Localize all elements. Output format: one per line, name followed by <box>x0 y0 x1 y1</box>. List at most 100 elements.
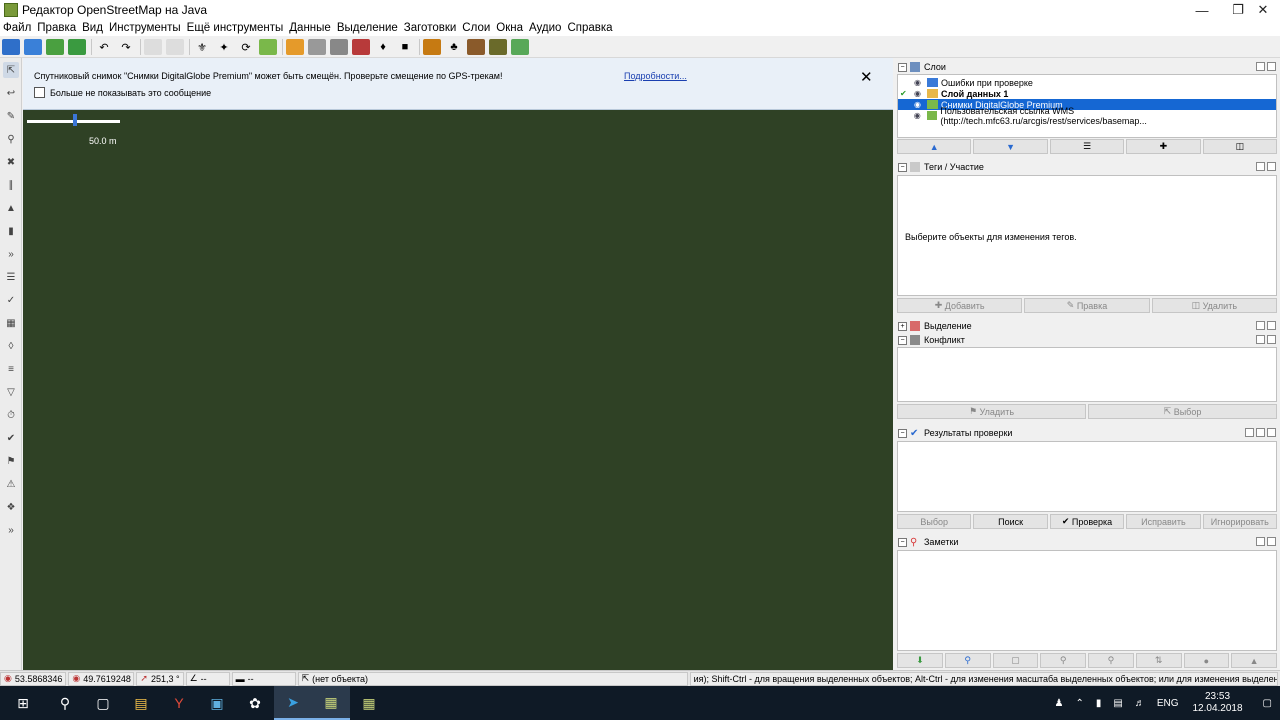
validation-select-button[interactable]: Выбор <box>897 514 972 529</box>
notes-panel-header[interactable]: − ⚲ Заметки <box>894 535 1280 549</box>
panel-close-icon[interactable] <box>1267 62 1276 71</box>
select-conflict-button[interactable]: ⇱ Выбор <box>1088 404 1277 419</box>
windows-start-icon[interactable]: ⊞ <box>0 686 46 720</box>
move-down-icon[interactable]: ▼ <box>973 139 1048 154</box>
note-status-icon[interactable]: ● <box>1183 653 1230 668</box>
panel-close-icon[interactable] <box>1267 162 1276 171</box>
layer-row-wms[interactable]: ◉ Пользовательская ссылка WMS (http://te… <box>898 106 1276 126</box>
upload-icon[interactable] <box>68 39 86 55</box>
layer-row-data[interactable]: ✔ ◉ Слой данных 1 <box>898 88 1276 99</box>
visibility-eye-icon[interactable]: ◉ <box>914 100 924 109</box>
panel-close-icon[interactable] <box>1267 335 1276 344</box>
preferences-icon[interactable] <box>144 39 162 55</box>
josm-second-window-icon[interactable]: ▦ <box>350 686 388 720</box>
resolve-conflict-button[interactable]: ⚑ Уладить <box>897 404 1086 419</box>
validation-validate-button[interactable]: ✔ Проверка <box>1049 514 1125 529</box>
move-up-icon[interactable]: ▲ <box>897 139 972 154</box>
menu-presets[interactable]: Заготовки <box>404 22 457 34</box>
merge-layer-icon[interactable]: ✚ <box>1126 139 1201 154</box>
bus-icon[interactable]: ■ <box>396 39 414 55</box>
tags-panel-header[interactable]: − Теги / Участие <box>894 160 1280 174</box>
notice-close-button[interactable]: ✕ <box>860 68 873 86</box>
network-icon[interactable]: ▤ <box>1113 698 1122 709</box>
more-modes-icon[interactable]: » <box>3 246 19 262</box>
input-language[interactable]: ENG <box>1157 698 1179 709</box>
toggle-tags-icon[interactable]: ✓ <box>3 292 19 308</box>
draw-mode-icon[interactable]: ✎ <box>3 108 19 124</box>
save-icon[interactable] <box>24 39 42 55</box>
new-note-icon[interactable]: ⚲ <box>944 653 991 668</box>
task-view-icon[interactable]: ▢ <box>84 686 122 720</box>
crossing-icon[interactable] <box>308 39 326 55</box>
notepad-icon[interactable]: ▣ <box>198 686 236 720</box>
redo-icon[interactable]: ↷ <box>117 39 135 55</box>
undo-icon[interactable]: ↶ <box>95 39 113 55</box>
collapse-toggle-icon[interactable]: − <box>898 162 907 172</box>
street-lamp-icon[interactable] <box>330 39 348 55</box>
scale-bar-handle[interactable] <box>73 114 77 126</box>
menu-help[interactable]: Справка <box>567 22 612 34</box>
select-mode-icon[interactable]: ⇱ <box>3 62 19 78</box>
close-note-icon[interactable]: ⚲ <box>1040 653 1086 668</box>
menu-windows[interactable]: Окна <box>496 22 523 34</box>
toggle-notes-icon[interactable]: ⚑ <box>3 453 19 469</box>
toggle-mapillary-icon[interactable]: ❖ <box>3 499 19 515</box>
add-tag-button[interactable]: ✚ Добавить <box>897 298 1023 313</box>
extrude-icon[interactable]: ▮ <box>3 223 19 239</box>
visibility-eye-icon[interactable]: ◉ <box>914 111 924 120</box>
validation-fix-button[interactable]: Исправить <box>1126 514 1201 529</box>
car-icon[interactable]: ♦ <box>374 39 392 55</box>
panel-close-icon[interactable] <box>1267 321 1276 330</box>
map-view[interactable] <box>23 58 893 670</box>
collapse-toggle-icon[interactable]: − <box>898 335 907 345</box>
delete-mode-icon[interactable]: ✖ <box>3 154 19 170</box>
volume-icon[interactable]: ♬ <box>1135 698 1145 709</box>
file-explorer-icon[interactable]: ▤ <box>122 686 160 720</box>
panel-detach-icon[interactable] <box>1256 428 1265 437</box>
notice-details-link[interactable]: Подробности... <box>624 71 687 81</box>
toggle-conflict-icon[interactable]: ⚠ <box>3 476 19 492</box>
visibility-eye-icon[interactable]: ◉ <box>914 78 924 87</box>
open-file-icon[interactable] <box>2 39 20 55</box>
clock[interactable]: 23:53 12.04.2018 <box>1192 691 1242 715</box>
industrial-icon[interactable] <box>489 39 507 55</box>
toggle-relations-icon[interactable]: ◊ <box>3 338 19 354</box>
activate-layer-icon[interactable]: ☰ <box>1049 139 1125 154</box>
conflict-panel-header[interactable]: − Конфликт <box>894 333 1280 347</box>
zoom-mode-icon[interactable]: ⚲ <box>3 131 19 147</box>
panel-close-icon[interactable] <box>1267 537 1276 546</box>
expand-toggle-icon[interactable]: + <box>898 321 907 331</box>
validation-panel-header[interactable]: − ✔ Результаты проверки <box>894 426 1280 440</box>
simplify-icon[interactable] <box>259 39 277 55</box>
edit-tag-button[interactable]: ✎ Правка <box>1024 298 1150 313</box>
menu-selection[interactable]: Выделение <box>337 22 398 34</box>
parallel-mode-icon[interactable]: ∥ <box>3 177 19 193</box>
combine-way-icon[interactable]: ✦ <box>215 39 233 55</box>
reverse-way-icon[interactable]: ⟳ <box>237 39 255 55</box>
notice-dont-show-checkbox[interactable]: Больше не показывать это сообщение <box>34 87 211 98</box>
layer-row-validation[interactable]: ◉ Ошибки при проверке <box>898 77 1276 88</box>
toggle-filter-icon[interactable]: ▽ <box>3 384 19 400</box>
delete-tag-button[interactable]: ◫ Удалить <box>1151 298 1277 313</box>
selection-panel-header[interactable]: + Выделение <box>894 319 1280 333</box>
toggle-selection-icon[interactable]: ▦ <box>3 315 19 331</box>
menu-edit[interactable]: Правка <box>37 22 76 34</box>
panel-detach-icon[interactable] <box>1256 162 1265 171</box>
menu-tools[interactable]: Инструменты <box>109 22 181 34</box>
panel-detach-icon[interactable] <box>1256 537 1265 546</box>
info-icon[interactable] <box>166 39 184 55</box>
delete-layer-icon[interactable]: ◫ <box>1202 139 1278 154</box>
toggle-validator-icon[interactable]: ✔ <box>3 430 19 446</box>
traffic-light-icon[interactable] <box>286 39 304 55</box>
toggle-history-icon[interactable]: ⏱ <box>3 407 19 423</box>
photos-app-icon[interactable]: ✿ <box>236 686 274 720</box>
menu-file[interactable]: Файл <box>3 22 31 34</box>
search-icon[interactable]: ⚲ <box>46 686 84 720</box>
notification-center-icon[interactable]: ▢ <box>1263 698 1272 709</box>
menu-more-tools[interactable]: Ещё инструменты <box>187 22 284 34</box>
menu-imagery[interactable]: Слои <box>462 22 490 34</box>
panel-settings-icon[interactable] <box>1245 428 1254 437</box>
reopen-note-icon[interactable]: ⚲ <box>1088 653 1134 668</box>
toggle-commands-icon[interactable]: ≡ <box>3 361 19 377</box>
validation-search-button[interactable]: Поиск <box>973 514 1048 529</box>
